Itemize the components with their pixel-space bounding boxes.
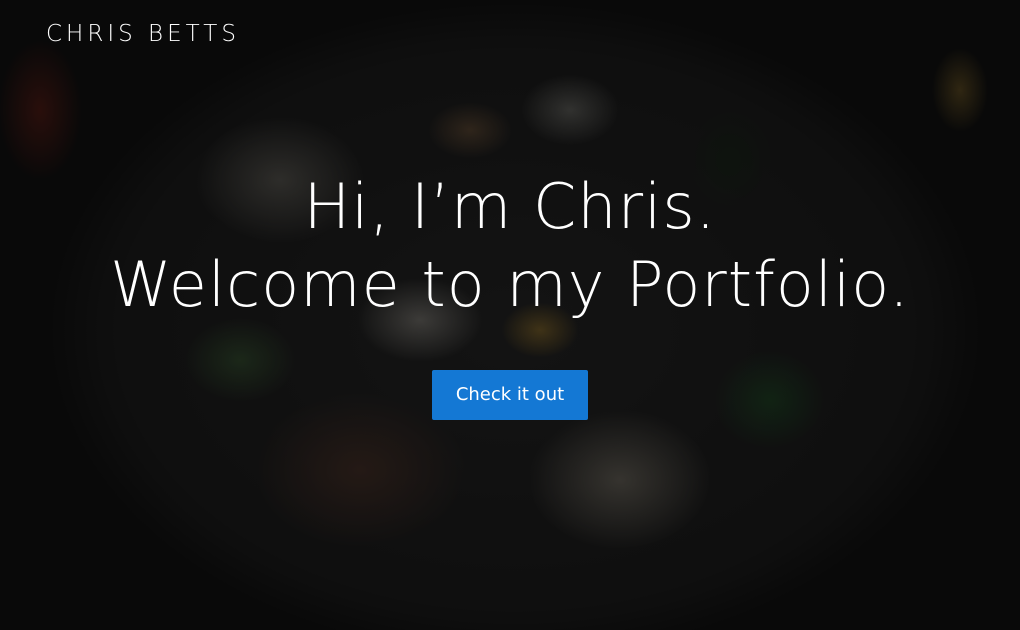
hero-section: CHRIS BETTS Hi, I’m Chris. Welcome to my… <box>0 0 1020 630</box>
hero-headline: Hi, I’m Chris. Welcome to my Portfolio. <box>0 168 1020 324</box>
site-brand-link[interactable]: CHRIS BETTS <box>46 18 240 50</box>
check-it-out-button[interactable]: Check it out <box>432 370 588 420</box>
hero-headline-line2: Welcome to my Portfolio. <box>110 248 910 321</box>
hero-headline-line1: Hi, I’m Chris. <box>303 170 717 243</box>
